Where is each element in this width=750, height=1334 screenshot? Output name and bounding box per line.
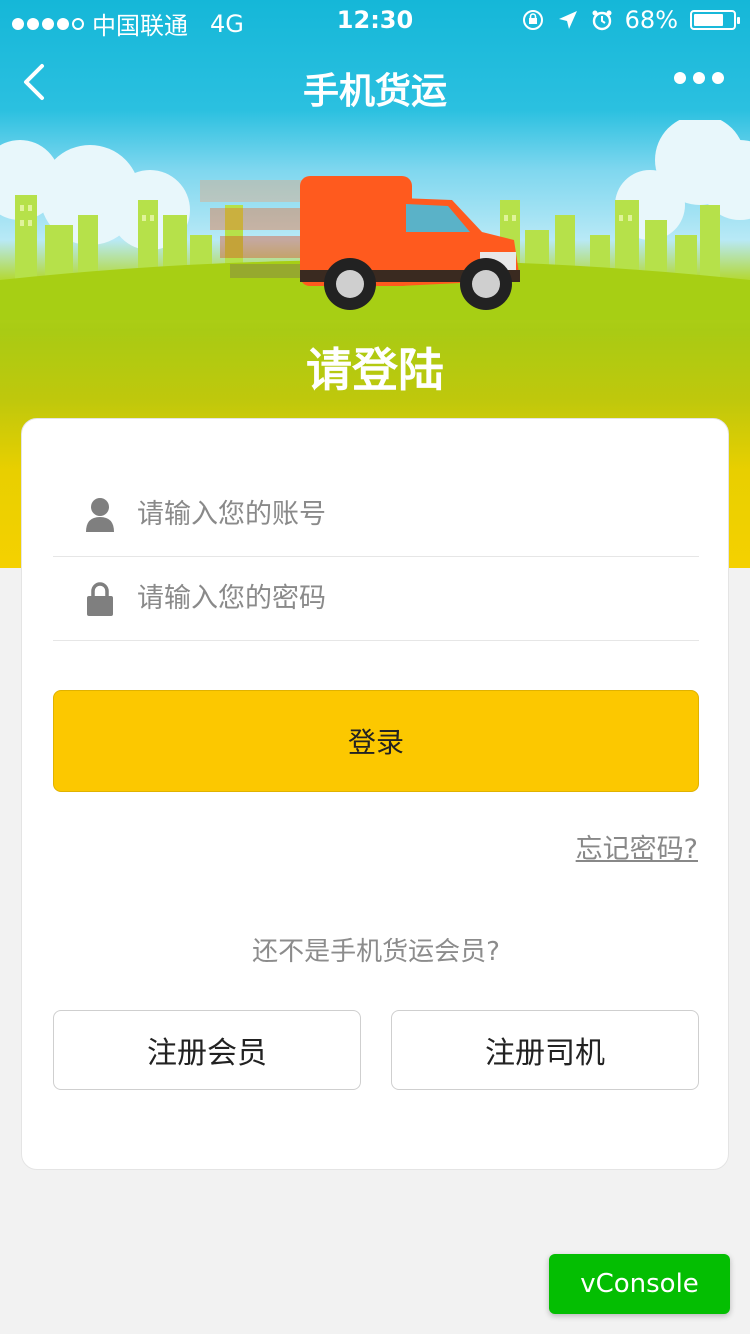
register-driver-button[interactable]: 注册司机 xyxy=(391,1010,699,1090)
account-input[interactable] xyxy=(137,499,637,530)
delivery-truck-illustration xyxy=(0,120,750,320)
login-card: 登录 忘记密码? 还不是手机货运会员? 注册会员 注册司机 xyxy=(21,418,729,1170)
forgot-password-link[interactable]: 忘记密码? xyxy=(576,827,698,866)
register-prompt: 还不是手机货运会员? xyxy=(252,937,500,967)
status-bar: 中国联通 4G 12:30 68% xyxy=(0,0,750,40)
account-field xyxy=(53,473,699,557)
battery-percent: 68% xyxy=(624,6,678,34)
page-title: 手机货运 xyxy=(302,71,447,112)
location-icon xyxy=(558,11,577,29)
register-member-button[interactable]: 注册会员 xyxy=(53,1010,361,1090)
rotation-lock-icon xyxy=(522,10,543,30)
login-button[interactable]: 登录 xyxy=(53,690,699,792)
more-dots-icon[interactable] xyxy=(674,72,724,84)
navigation-bar: 手机货运 xyxy=(0,40,750,128)
lock-icon xyxy=(87,581,113,616)
login-heading: 请登陆 xyxy=(306,343,444,397)
vconsole-button[interactable]: vConsole xyxy=(549,1254,730,1314)
user-icon xyxy=(86,497,114,532)
status-right: 68% xyxy=(521,6,740,34)
password-input[interactable] xyxy=(137,583,637,614)
password-field xyxy=(53,557,699,641)
alarm-icon xyxy=(592,10,612,31)
battery-icon xyxy=(690,10,740,30)
